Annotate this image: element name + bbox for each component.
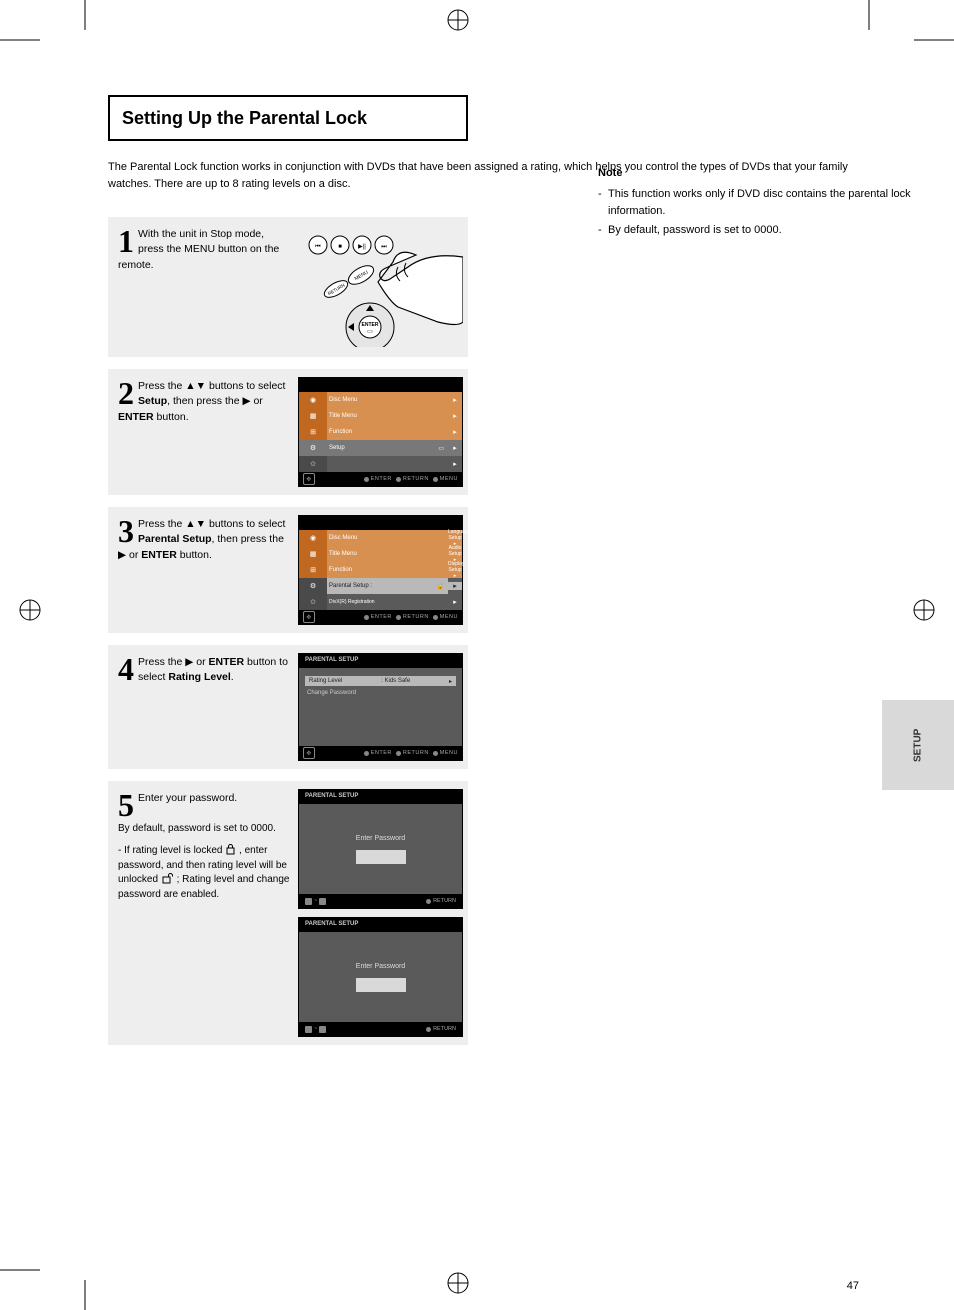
lock-closed-icon [225,844,236,855]
dpad-icon: ✥ [303,611,315,623]
dpad-icon: ✥ [303,473,315,485]
menu-row: ◉Disc Menu▸ [299,392,462,408]
password-field[interactable] [356,978,406,992]
step-3: 3 Press the ▲▼ buttons to select Parenta… [108,507,468,633]
lock-open-icon [161,873,174,884]
screen-main-menu: ◉Disc Menu▸ ▦Title Menu▸ ⊞Function▸ ⚙Set… [298,377,463,487]
screen-parental-setup: PARENTAL SETUP Rating Level: Kids Safe▸ … [298,653,463,761]
gear-icon: ⚙ [299,440,327,456]
screen-footer: ✥ ENTER RETURN MENU [299,472,462,486]
page-number: 47 [847,1280,859,1292]
step-2: 2 Press the ▲▼ buttons to select Setup, … [108,369,468,495]
return-hint: RETURN [426,898,456,904]
menu-row: ⚙Setup ▭▸ [299,440,462,456]
step-5: 5 Enter your password. By default, passw… [108,781,468,1045]
section-heading: Setting Up the Parental Lock [108,95,468,141]
right-icon: ▶ [242,395,250,407]
step-text: Enter your password. [138,792,237,804]
step-number: 3 [118,517,134,546]
up-down-icon: ▲▼ [185,380,206,392]
svg-text:▶||: ▶|| [358,244,366,250]
menu-row: ⊞Function▸ [299,424,462,440]
menu-row: ✿▸ [299,456,462,472]
numeric-hint: ~ [305,898,326,905]
return-hint: RETURN [426,1026,456,1032]
step-number: 5 [118,791,134,820]
password-field[interactable] [356,850,406,864]
lock-icon: 🔒 [437,583,444,590]
step-extra: - If rating level is locked , enter pass… [118,844,290,902]
svg-text:■: ■ [338,244,342,250]
disc-icon: ◉ [299,392,327,408]
note-section: Note This function works only if DVD dis… [598,165,954,241]
return-hint: RETURN [396,476,429,482]
password-prompt: Enter Password [356,835,405,842]
page-content: Setting Up the Parental Lock The Parenta… [108,95,868,1057]
password-prompt: Enter Password [356,963,405,970]
svg-text:⏮: ⏮ [315,244,321,250]
step-text: With the unit in Stop mode, press the ME… [118,228,279,270]
numeric-hint: ~ [305,1026,326,1033]
row-rating-level: Rating Level: Kids Safe▸ [305,676,456,686]
step-number: 2 [118,379,134,408]
step-1: 1 With the unit in Stop mode, press the … [108,217,468,357]
note-heading: Note [598,165,954,182]
menu-row: ▦Title Menu▸ [299,408,462,424]
screen-setup-menu: ◉Disc MenuLanguage Setup ▸ ▦Title MenuAu… [298,515,463,625]
function-icon: ⊞ [299,424,327,440]
step-text: Press the ▶ or ENTER button to select Ra… [138,656,288,683]
step-number: 1 [118,227,134,256]
step-4: 4 Press the ▶ or ENTER button to select … [108,645,468,769]
gear-icon: ✿ [299,456,327,472]
screen-enter-password-2: PARENTAL SETUP Enter Password ~ RETURN [298,917,463,1037]
note-item: This function works only if DVD disc con… [598,186,954,220]
row-change-password: Change Password [307,690,356,696]
side-tab: SETUP [882,700,954,790]
enter-hint: ENTER [364,476,392,482]
step-number: 4 [118,655,134,684]
step-text: Press the ▲▼ buttons to select Setup, th… [118,380,285,422]
svg-text:ENTER: ENTER [362,322,379,328]
up-down-icon: ▲▼ [185,518,206,530]
svg-text:⏭: ⏭ [381,244,387,250]
remote-illustration: ⏮ ■ ▶|| ⏭ MENU RETURN DISC MENU ENTER ▭ [298,227,463,347]
step-sub: By default, password is set to 0000. [118,822,290,837]
menu-row-selected: ⚙Parental Setup :🔒▸ [299,578,462,594]
menu-hint: MENU [433,476,458,482]
screen-enter-password-1: PARENTAL SETUP Enter Password ~ RETURN [298,789,463,909]
step-text: Press the ▲▼ buttons to select Parental … [118,518,285,560]
right-icon: ▶ [118,549,126,561]
note-item: By default, password is set to 0000. [598,222,954,239]
svg-text:▭: ▭ [367,329,373,335]
title-icon: ▦ [299,408,327,424]
